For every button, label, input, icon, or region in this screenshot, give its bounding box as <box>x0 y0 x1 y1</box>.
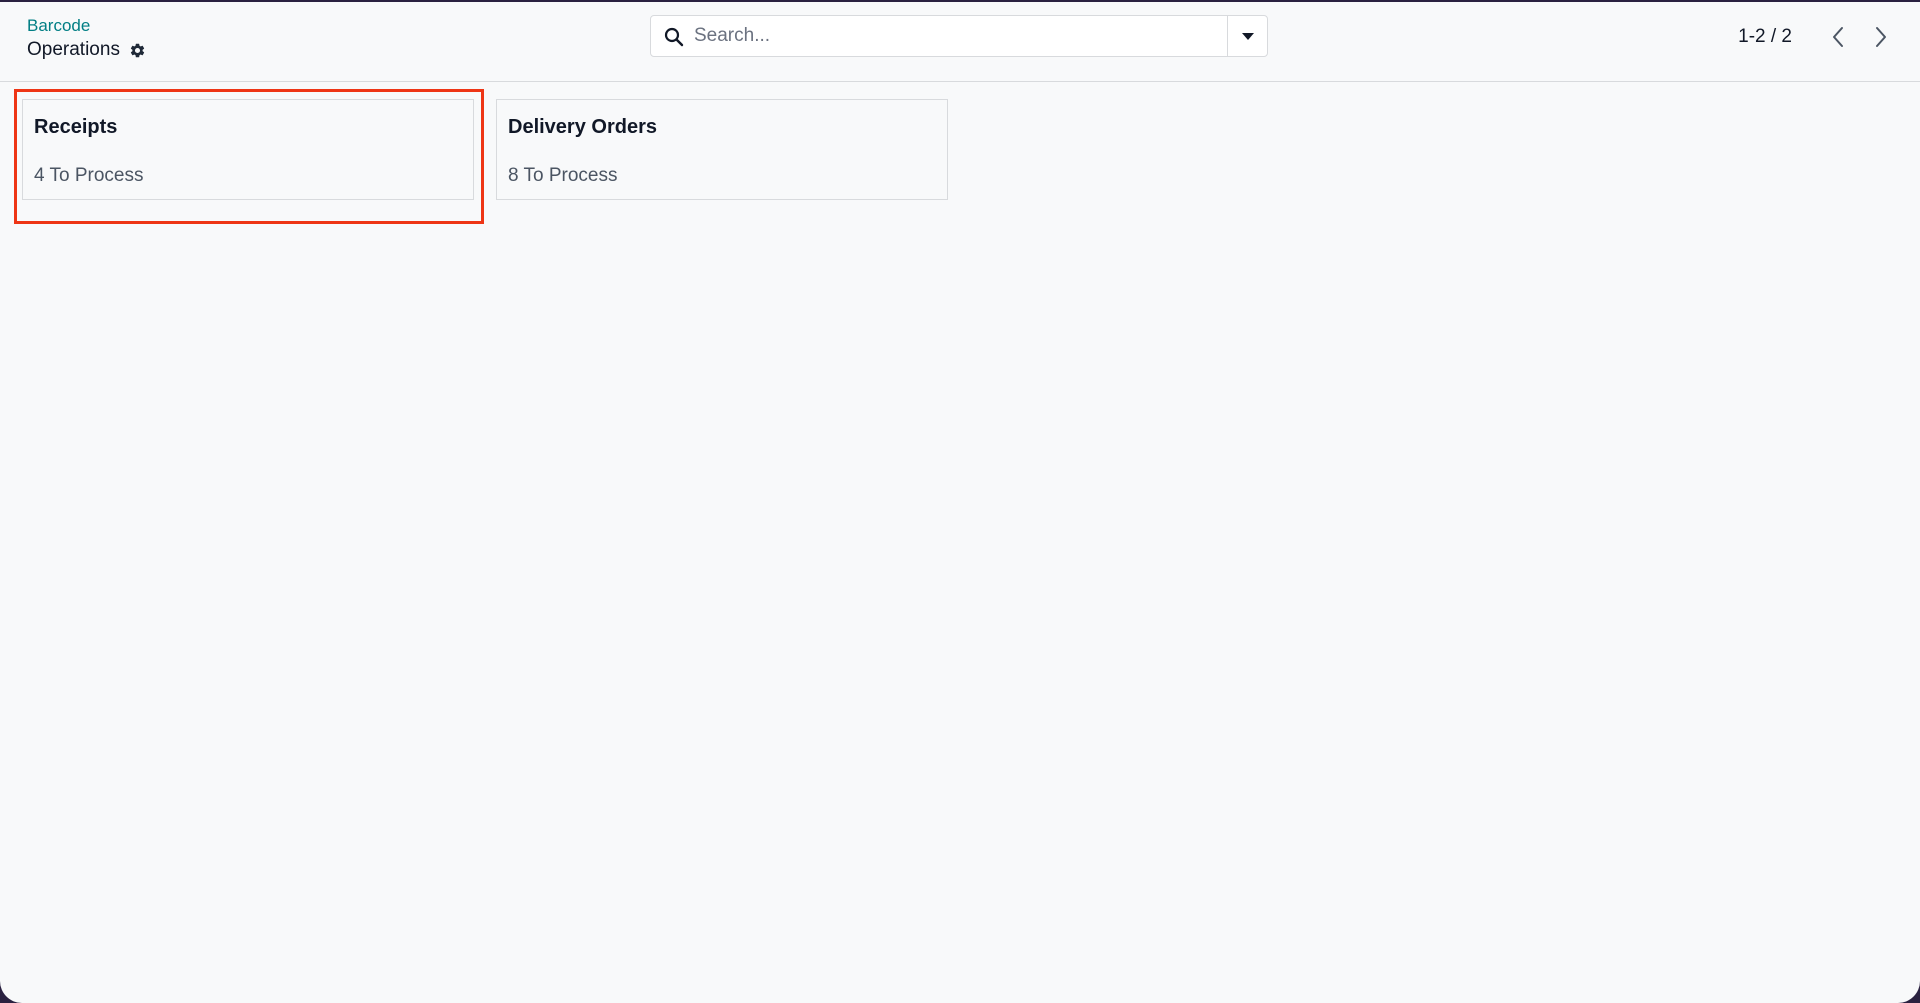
pager-next-button[interactable] <box>1864 22 1898 52</box>
breadcrumb-parent-link[interactable]: Barcode <box>27 15 146 37</box>
pager-value[interactable]: 1-2 / 2 <box>1738 26 1792 48</box>
chevron-right-icon <box>1876 27 1886 47</box>
breadcrumb: Barcode Operations <box>27 15 146 62</box>
card-title: Receipts <box>34 116 118 138</box>
operation-card-receipts[interactable]: Receipts 4 To Process <box>22 99 474 200</box>
card-to-process-count[interactable]: 8 To Process <box>508 165 617 187</box>
card-to-process-count[interactable]: 4 To Process <box>34 165 143 187</box>
page-title: Operations <box>27 39 120 60</box>
search-icon <box>664 27 684 47</box>
breadcrumb-current-row: Operations <box>27 38 146 62</box>
chevron-left-icon <box>1833 27 1843 47</box>
search-options-toggle[interactable] <box>1227 16 1267 56</box>
card-title: Delivery Orders <box>508 116 657 138</box>
app-window: Barcode Operations Search... 1-2 / 2 Rec… <box>0 2 1920 1003</box>
search-input[interactable] <box>694 16 1209 56</box>
gear-icon[interactable] <box>129 42 146 59</box>
operations-kanban: Receipts 4 To Process Delivery Orders 8 … <box>22 99 970 200</box>
control-panel: Barcode Operations Search... 1-2 / 2 <box>0 2 1920 82</box>
operation-card-delivery-orders[interactable]: Delivery Orders 8 To Process <box>496 99 948 200</box>
caret-down-icon <box>1241 32 1254 40</box>
pager: 1-2 / 2 <box>1738 22 1898 52</box>
search-box <box>650 15 1268 57</box>
pager-previous-button[interactable] <box>1821 22 1855 52</box>
